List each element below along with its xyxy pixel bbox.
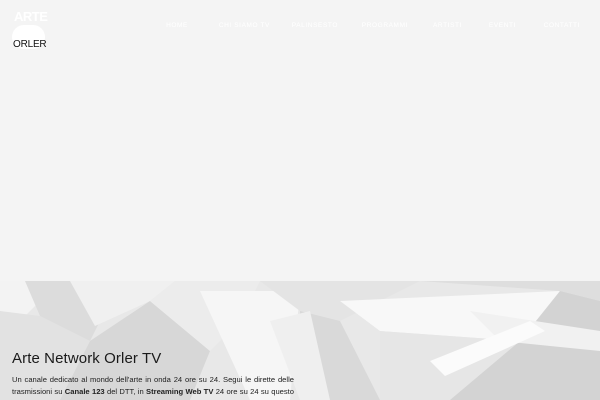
page: ARTE ORLER HOME CHI SIAMO TV PALINSESTO … (0, 0, 600, 400)
nav-item-artisti[interactable]: ARTISTI (433, 22, 462, 29)
intro-section: Arte Network Orler TV Un canale dedicato… (12, 349, 294, 400)
nav-item-programmi[interactable]: PROGRAMMI (362, 22, 408, 29)
intro-title: Arte Network Orler TV (12, 350, 162, 367)
site-logo[interactable]: ARTE ORLER (10, 8, 48, 50)
nav-item-contatti[interactable]: CONTATTI (544, 22, 580, 29)
intro-text-2: del DTT, in (104, 387, 147, 396)
nav-item-chi-siamo[interactable]: CHI SIAMO TV (219, 22, 270, 29)
nav-item-palinsesto[interactable]: PALINSESTO (292, 22, 338, 29)
nav-item-eventi[interactable]: EVENTI (489, 22, 516, 29)
logo-bottom-text: ORLER (13, 39, 47, 50)
nav-item-home[interactable]: HOME (166, 22, 188, 29)
logo-top-text: ARTE (14, 9, 48, 24)
intro-paragraph: Un canale dedicato al mondo dell'arte in… (12, 374, 294, 400)
intro-bold-channel: Canale 123 (64, 387, 105, 396)
site-header: ARTE ORLER HOME CHI SIAMO TV PALINSESTO … (0, 0, 600, 56)
intro-bold-streaming: Streaming Web TV (146, 387, 214, 396)
